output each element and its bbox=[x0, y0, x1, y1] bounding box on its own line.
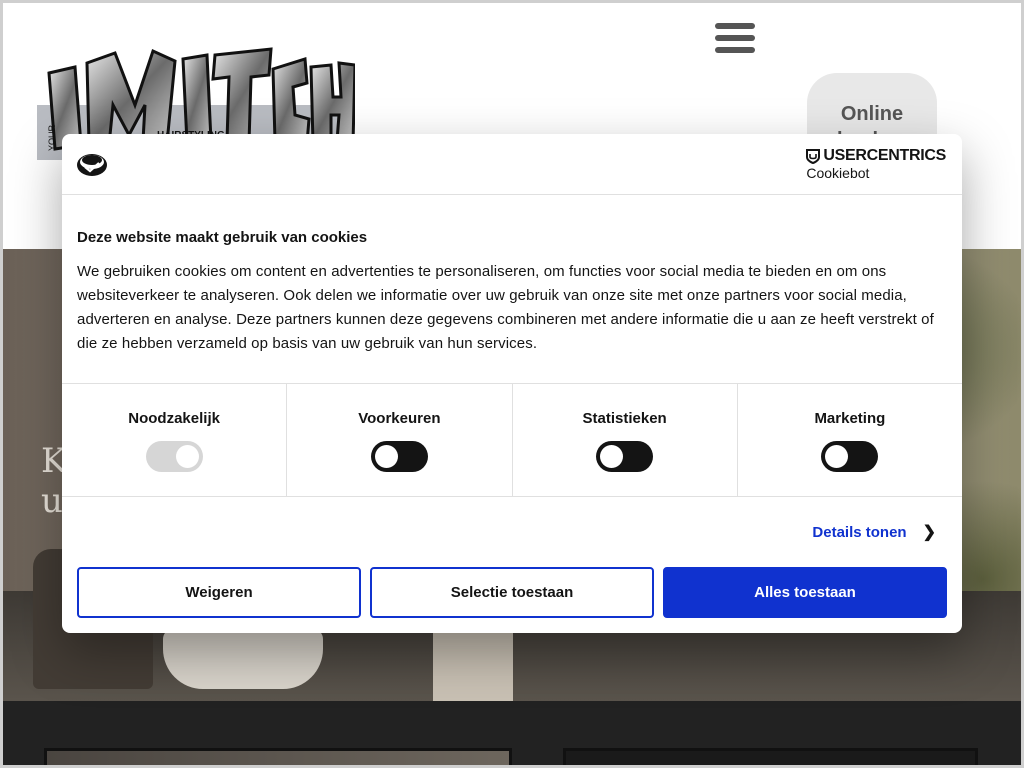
details-link-label: Details tonen bbox=[812, 523, 907, 541]
hero-sink bbox=[163, 629, 323, 689]
category-preferences: Voorkeuren bbox=[287, 384, 513, 496]
details-row: Details tonen ❯ bbox=[62, 497, 962, 567]
menu-icon[interactable] bbox=[715, 23, 755, 59]
content-card bbox=[563, 748, 978, 768]
brand-subtitle: Cookiebot bbox=[806, 165, 870, 181]
cookie-dialog-title: Deze website maakt gebruik van cookies bbox=[77, 229, 368, 246]
category-statistics-label: Statistieken bbox=[582, 410, 667, 427]
cookie-consent-dialog: USERCENTRICS Cookiebot Deze website maak… bbox=[62, 134, 962, 633]
allow-selection-button[interactable]: Selectie toestaan bbox=[370, 567, 654, 618]
content-section bbox=[3, 701, 1021, 768]
category-marketing: Marketing bbox=[738, 384, 962, 496]
necessary-toggle bbox=[145, 441, 203, 472]
category-marketing-label: Marketing bbox=[814, 410, 886, 427]
cookiebot-logo-icon bbox=[77, 154, 107, 176]
hero-pillar bbox=[433, 629, 513, 701]
category-preferences-label: Voorkeuren bbox=[358, 410, 441, 427]
details-link[interactable]: Details tonen ❯ bbox=[812, 522, 936, 542]
cookie-button-row: Weigeren Selectie toestaan Alles toestaa… bbox=[62, 567, 962, 618]
shield-icon bbox=[806, 148, 821, 164]
statistics-toggle[interactable] bbox=[596, 441, 654, 472]
reject-button[interactable]: Weigeren bbox=[77, 567, 361, 618]
usercentrics-brand[interactable]: USERCENTRICS Cookiebot bbox=[806, 148, 946, 182]
category-necessary: Noodzakelijk bbox=[62, 384, 288, 496]
chevron-right-icon: ❯ bbox=[922, 524, 936, 541]
preferences-toggle[interactable] bbox=[370, 441, 428, 472]
cookie-categories: Noodzakelijk Voorkeuren Statistieken Mar… bbox=[62, 384, 962, 497]
cookie-dialog-body: Deze website maakt gebruik van cookies W… bbox=[62, 195, 962, 384]
marketing-toggle[interactable] bbox=[821, 441, 879, 472]
cookie-dialog-header: USERCENTRICS Cookiebot bbox=[62, 134, 962, 195]
category-necessary-label: Noodzakelijk bbox=[128, 410, 220, 427]
cookie-dialog-text: We gebruiken cookies om content en adver… bbox=[77, 263, 934, 352]
category-statistics: Statistieken bbox=[513, 384, 738, 496]
logo-small-text: YOUR bbox=[47, 124, 57, 151]
content-card-image bbox=[44, 748, 512, 768]
brand-name: USERCENTRICS bbox=[823, 147, 946, 164]
allow-all-button[interactable]: Alles toestaan bbox=[663, 567, 947, 618]
